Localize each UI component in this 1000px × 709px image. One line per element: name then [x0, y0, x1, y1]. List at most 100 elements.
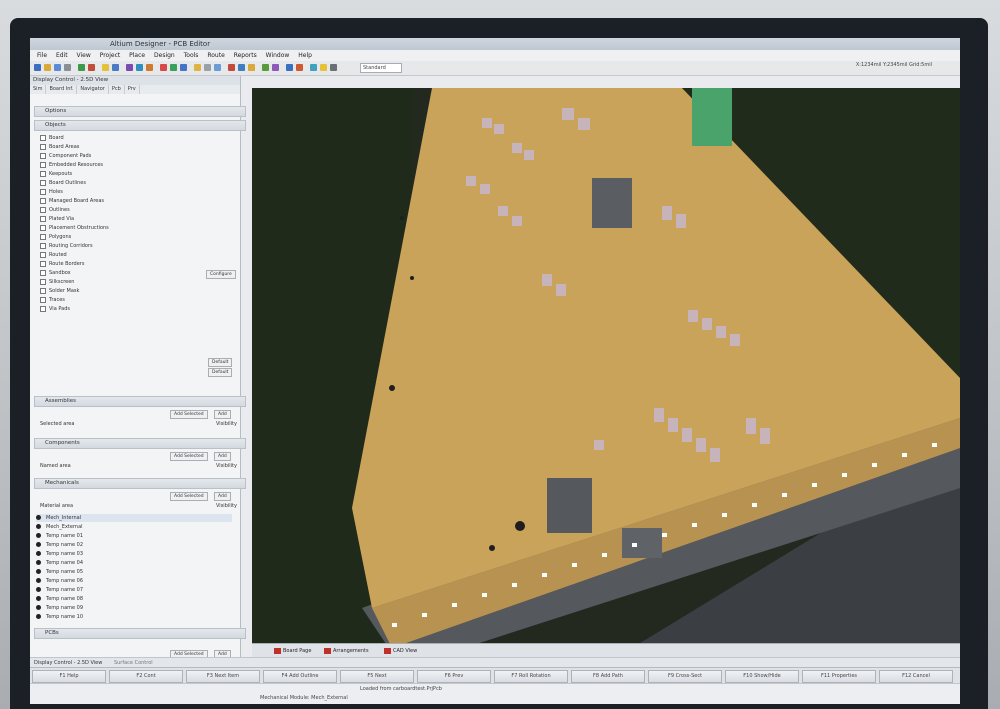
eye-icon[interactable]: [36, 569, 41, 574]
section-pcbs[interactable]: PCBs: [34, 628, 246, 639]
fn-key[interactable]: F2 Cont: [109, 670, 183, 683]
checkbox[interactable]: [40, 251, 46, 258]
grid-icon[interactable]: [238, 64, 245, 71]
measure-icon[interactable]: [204, 64, 211, 71]
add-selected-button[interactable]: Add Selected: [170, 410, 208, 419]
section-mechanicals[interactable]: Mechanicals: [34, 478, 246, 489]
object-item[interactable]: Board Areas: [40, 143, 79, 151]
object-item[interactable]: Silkscreen: [40, 278, 74, 286]
fn-key[interactable]: F9 Cross-Sect: [648, 670, 722, 683]
section-components[interactable]: Components: [34, 438, 246, 449]
checkbox[interactable]: [40, 170, 46, 177]
object-item[interactable]: Traces: [40, 296, 65, 304]
eye-icon[interactable]: [36, 515, 41, 520]
checkbox[interactable]: [40, 143, 46, 150]
layers-icon[interactable]: [112, 64, 119, 71]
object-item[interactable]: Keepouts: [40, 170, 72, 178]
object-item[interactable]: Routing Corridors: [40, 242, 93, 250]
eye-icon[interactable]: [36, 587, 41, 592]
eye-icon[interactable]: [36, 542, 41, 547]
delete-icon[interactable]: [296, 64, 303, 71]
fn-key[interactable]: F1 Help: [32, 670, 106, 683]
panel-tab-navigator[interactable]: Navigator: [77, 85, 109, 94]
eye-icon[interactable]: [36, 578, 41, 583]
panel-tab-prv[interactable]: Prv: [125, 85, 140, 94]
eye-icon[interactable]: [36, 560, 41, 565]
menu-view[interactable]: View: [77, 52, 91, 59]
menu-help[interactable]: Help: [298, 52, 312, 59]
eye-icon[interactable]: [36, 614, 41, 619]
zoom-icon[interactable]: [78, 64, 85, 71]
layer-row[interactable]: Temp name 08: [36, 595, 232, 603]
tab-board-page[interactable]: Board Page: [272, 646, 311, 656]
object-item[interactable]: Managed Board Areas: [40, 197, 104, 205]
select-icon[interactable]: [272, 64, 279, 71]
default-button-2[interactable]: Default: [208, 368, 233, 377]
eye-icon[interactable]: [36, 524, 41, 529]
layer-row[interactable]: Temp name 06: [36, 577, 232, 585]
open-icon[interactable]: [44, 64, 51, 71]
default-button[interactable]: Default: [208, 358, 233, 367]
add-selected-button-2[interactable]: Add Selected: [170, 452, 208, 461]
menu-project[interactable]: Project: [100, 52, 121, 59]
checkbox[interactable]: [40, 152, 46, 159]
layer-row[interactable]: Temp name 09: [36, 604, 232, 612]
layer-row[interactable]: Temp name 07: [36, 586, 232, 594]
fn-key[interactable]: F7 Roll Rotation: [494, 670, 568, 683]
layer-row[interactable]: Temp name 02: [36, 541, 232, 549]
view-select-dropdown[interactable]: Standard: [360, 63, 402, 73]
layer-row[interactable]: Mech_External: [36, 523, 232, 531]
align-icon[interactable]: [214, 64, 221, 71]
save-icon[interactable]: [54, 64, 61, 71]
checkbox[interactable]: [40, 215, 46, 222]
fn-key[interactable]: F6 Prev: [417, 670, 491, 683]
pad-icon[interactable]: [146, 64, 153, 71]
layer-row[interactable]: Temp name 04: [36, 559, 232, 567]
eye-icon[interactable]: [36, 605, 41, 610]
print-icon[interactable]: [64, 64, 71, 71]
snap-icon[interactable]: [262, 64, 269, 71]
cross-icon[interactable]: [228, 64, 235, 71]
checkbox[interactable]: [40, 278, 46, 285]
panel-tab-pcb[interactable]: Pcb: [109, 85, 125, 94]
menu-design[interactable]: Design: [154, 52, 175, 59]
object-item[interactable]: Component Pads: [40, 152, 91, 160]
object-item[interactable]: Routed: [40, 251, 67, 259]
checkbox[interactable]: [40, 305, 46, 312]
menu-edit[interactable]: Edit: [56, 52, 68, 59]
section-options[interactable]: Options: [34, 106, 246, 117]
highlight-icon[interactable]: [320, 64, 327, 71]
menu-window[interactable]: Window: [266, 52, 290, 59]
eye-icon[interactable]: [36, 533, 41, 538]
object-item[interactable]: Holes: [40, 188, 63, 196]
checkbox[interactable]: [40, 296, 46, 303]
tab-cad-view[interactable]: CAD View: [382, 646, 417, 656]
section-assemblies[interactable]: Assemblies: [34, 396, 246, 407]
rule-icon[interactable]: [160, 64, 167, 71]
checkbox[interactable]: [40, 197, 46, 204]
object-item[interactable]: Plated Via: [40, 215, 74, 223]
fn-key[interactable]: F10 Show/Hide: [725, 670, 799, 683]
pcb-3d-viewport[interactable]: [252, 88, 960, 643]
add-button[interactable]: Add: [214, 410, 231, 419]
checkbox[interactable]: [40, 260, 46, 267]
object-item[interactable]: Sandbox: [40, 269, 71, 277]
menu-place[interactable]: Place: [129, 52, 145, 59]
object-item[interactable]: Embedded Resources: [40, 161, 103, 169]
panel-tab-board-info[interactable]: Board Inf.: [46, 85, 78, 94]
net-icon[interactable]: [310, 64, 317, 71]
checkbox[interactable]: [40, 179, 46, 186]
stop-icon[interactable]: [88, 64, 95, 71]
object-item[interactable]: Placement Obstructions: [40, 224, 109, 232]
configure-button[interactable]: Configure: [206, 270, 236, 279]
layer-row[interactable]: Temp name 10: [36, 613, 232, 621]
add-button-2[interactable]: Add: [214, 452, 231, 461]
fn-key[interactable]: F4 Add Outline: [263, 670, 337, 683]
panel-tab-sim[interactable]: Sim: [30, 85, 47, 94]
add-button-3[interactable]: Add: [214, 492, 231, 501]
fn-key[interactable]: F11 Properties: [802, 670, 876, 683]
tool-icon[interactable]: [330, 64, 337, 71]
menu-tools[interactable]: Tools: [184, 52, 199, 59]
object-item[interactable]: Board Outlines: [40, 179, 86, 187]
layer-row[interactable]: Temp name 05: [36, 568, 232, 576]
